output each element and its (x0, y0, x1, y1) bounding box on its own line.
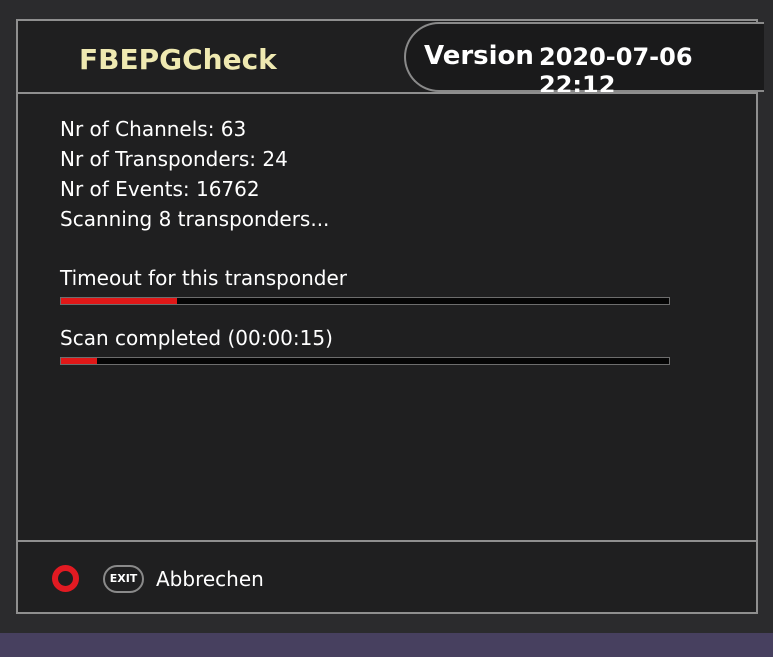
red-button-icon[interactable] (52, 565, 79, 592)
channels-count: Nr of Channels: 63 (60, 117, 247, 141)
version-label: Version (424, 41, 534, 71)
events-count: Nr of Events: 16762 (60, 177, 260, 201)
header-divider (18, 92, 756, 94)
scan-progress-fill (61, 358, 98, 364)
exit-key-icon[interactable]: EXIT (103, 565, 144, 593)
header: FBEPGCheck Version 2020-07-06 22:12 (18, 21, 764, 99)
dialog-window: FBEPGCheck Version 2020-07-06 22:12 Nr o… (16, 19, 764, 614)
timeout-progress-bar (60, 297, 670, 305)
scan-completed-label: Scan completed (00:00:15) (60, 326, 333, 350)
transponders-count: Nr of Transponders: 24 (60, 147, 288, 171)
app-title: FBEPGCheck (79, 43, 277, 76)
version-value: 2020-07-06 22:12 (539, 43, 693, 99)
scanning-status: Scanning 8 transponders... (60, 207, 330, 231)
bottom-accent-bar (0, 633, 773, 657)
footer-divider (18, 540, 756, 542)
timeout-label: Timeout for this transponder (60, 266, 348, 290)
cancel-label: Abbrechen (156, 567, 264, 591)
timeout-progress-fill (61, 298, 177, 304)
scan-progress-bar (60, 357, 670, 365)
